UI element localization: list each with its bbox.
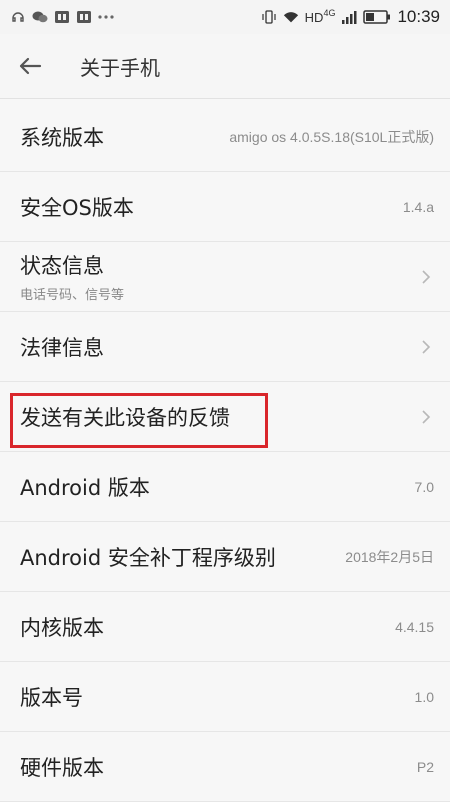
row-legal-info[interactable]: 法律信息 [0, 312, 450, 382]
row-title: 内核版本 [20, 615, 104, 640]
row-value: amigo os 4.0.5S.18(S10L正式版) [229, 128, 434, 145]
chevron-right-icon [422, 339, 431, 354]
row-system-version[interactable]: 系统版本 amigo os 4.0.5S.18(S10L正式版) [0, 102, 450, 172]
more-dots-icon [98, 9, 114, 25]
row-value: 2018年2月5日 [345, 548, 434, 565]
row-hardware-version[interactable]: 硬件版本 P2 [0, 732, 450, 802]
row-build-number[interactable]: 版本号 1.0 [0, 662, 450, 732]
settings-list: 系统版本 amigo os 4.0.5S.18(S10L正式版) 安全OS版本 … [0, 102, 450, 802]
vibrate-icon [261, 9, 277, 25]
row-title: 状态信息 [20, 254, 104, 278]
chevron-right-icon [422, 269, 431, 284]
row-value: 1.4.a [402, 198, 434, 215]
row-title: 发送有关此设备的反馈 [20, 405, 230, 430]
row-security-patch[interactable]: Android 安全补丁程序级别 2018年2月5日 [0, 522, 450, 592]
headset-icon [10, 9, 26, 25]
row-value: 4.4.15 [395, 618, 434, 635]
status-left-icons [10, 9, 114, 25]
status-time: 10:39 [397, 7, 440, 26]
row-kernel-version[interactable]: 内核版本 4.4.15 [0, 592, 450, 662]
status-right-icons: HD 4G 10:39 [261, 7, 440, 27]
row-subtitle: 电话号码、信号等 [20, 288, 125, 303]
wifi-icon [283, 9, 299, 25]
row-title: 版本号 [20, 685, 83, 710]
row-title: 安全OS版本 [20, 195, 134, 220]
row-title: Android 版本 [20, 475, 150, 500]
wechat-icon [32, 9, 48, 25]
battery-icon [363, 9, 391, 25]
row-text: 状态信息 电话号码、信号等 [20, 250, 124, 303]
row-status-info[interactable]: 状态信息 电话号码、信号等 [0, 242, 450, 312]
row-title: 法律信息 [20, 335, 104, 360]
divider [0, 98, 450, 99]
row-secure-os-version[interactable]: 安全OS版本 1.4.a [0, 172, 450, 242]
page-title: 关于手机 [80, 55, 160, 80]
status-bar: HD 4G 10:39 [0, 0, 450, 34]
row-title: 硬件版本 [20, 755, 104, 780]
network-gen: 4G [323, 8, 336, 18]
network-label: HD [304, 9, 324, 25]
back-arrow-icon [19, 57, 42, 75]
row-value: P2 [416, 758, 434, 775]
back-button[interactable] [0, 34, 60, 98]
signal-icon [341, 9, 357, 25]
chevron-right-icon [422, 409, 431, 424]
qq-icon [76, 9, 92, 25]
row-send-feedback[interactable]: 发送有关此设备的反馈 [0, 382, 450, 452]
row-title: 系统版本 [20, 125, 104, 150]
row-android-version[interactable]: Android 版本 7.0 [0, 452, 450, 522]
app-bar: 关于手机 [0, 34, 450, 98]
qq-icon [54, 9, 70, 25]
row-value: 1.0 [414, 688, 434, 705]
row-title: Android 安全补丁程序级别 [20, 545, 276, 570]
row-value: 7.0 [414, 478, 434, 495]
